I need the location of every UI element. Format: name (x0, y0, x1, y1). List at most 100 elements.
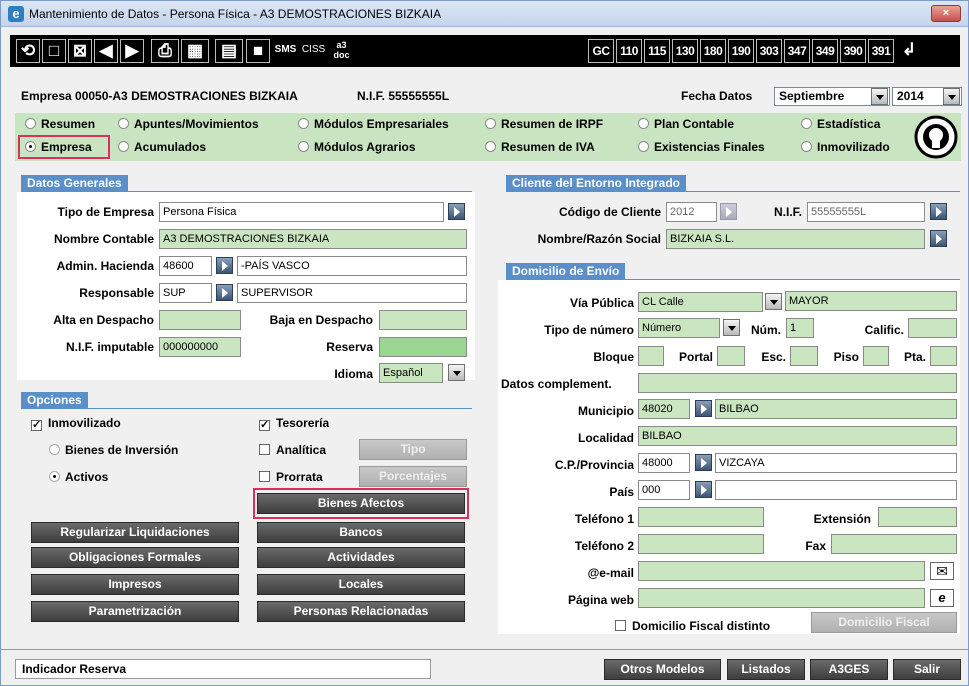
radio-modulos-agrarios[interactable]: Módulos Agrarios (298, 140, 416, 154)
printer-preview-icon[interactable]: ▦ (181, 39, 209, 63)
refresh-icon[interactable]: ⟲ (16, 39, 40, 63)
actividades-button[interactable]: Actividades (257, 547, 465, 568)
tipo-empresa-field[interactable]: Persona Física (159, 202, 444, 222)
personas-relacionadas-button[interactable]: Personas Relacionadas (257, 601, 465, 622)
telefono2-field[interactable] (638, 534, 764, 554)
via-nombre-field[interactable]: MAYOR (785, 291, 957, 311)
domicilio-fiscal-checkbox[interactable]: Domicilio Fiscal distinto (615, 619, 770, 633)
radio-modulos-empresariales[interactable]: Módulos Empresariales (298, 117, 449, 131)
portal-field[interactable] (717, 346, 745, 366)
piso-field[interactable] (863, 346, 889, 366)
prorrata-checkbox[interactable]: Prorrata (259, 470, 323, 484)
save-icon[interactable]: ■ (246, 39, 270, 63)
nombre-razon-field[interactable]: BIZKAIA S.L. (666, 229, 925, 249)
chevron-down-icon[interactable] (723, 319, 740, 336)
new-icon[interactable]: □ (42, 39, 66, 63)
locales-button[interactable]: Locales (257, 574, 465, 595)
nif-imputable-field[interactable]: 000000000 (159, 337, 241, 357)
ciss-button[interactable]: CISS (300, 39, 327, 63)
tipo-empresa-lookup-icon[interactable] (448, 203, 465, 220)
extension-field[interactable] (878, 507, 957, 527)
radio-apuntes[interactable]: Apuntes/Movimientos (118, 117, 259, 131)
model-390-button[interactable]: 390 (840, 39, 866, 63)
responsable-code[interactable]: SUP (159, 283, 212, 303)
municipio-lookup-icon[interactable] (695, 400, 712, 417)
regularizar-liquidaciones-button[interactable]: Regularizar Liquidaciones (31, 522, 239, 543)
porcentajes-button[interactable]: Porcentajes (359, 466, 467, 487)
listados-button[interactable]: Listados (727, 659, 805, 680)
radio-inmovilizado[interactable]: Inmovilizado (801, 140, 890, 154)
telefono1-field[interactable] (638, 507, 764, 527)
model-gc-button[interactable]: GC (588, 39, 614, 63)
nombre-razon-lookup-icon[interactable] (930, 230, 947, 247)
tesoreria-checkbox[interactable]: ✓ Tesorería (259, 416, 329, 431)
baja-despacho-field[interactable] (379, 310, 467, 330)
model-303-button[interactable]: 303 (756, 39, 782, 63)
otros-modelos-button[interactable]: Otros Modelos (604, 659, 721, 680)
pta-field[interactable] (930, 346, 957, 366)
model-130-button[interactable]: 130 (672, 39, 698, 63)
bloque-field[interactable] (638, 346, 664, 366)
next-icon[interactable]: ▶ (120, 39, 144, 63)
idioma-select[interactable]: Español (379, 363, 443, 383)
print-icon[interactable]: ⎙ (151, 39, 179, 63)
fax-field[interactable] (831, 534, 957, 554)
tipo-numero-select[interactable]: Número (638, 318, 720, 338)
parametrizacion-button[interactable]: Parametrización (31, 601, 239, 622)
model-110-button[interactable]: 110 (616, 39, 642, 63)
web-globe-icon[interactable]: e (930, 589, 954, 607)
datos-complement-field[interactable] (638, 373, 957, 393)
obligaciones-formales-button[interactable]: Obligaciones Formales (31, 547, 239, 568)
close-button[interactable]: × (931, 5, 961, 22)
codigo-cliente-lookup-icon[interactable] (720, 203, 737, 220)
radio-activos[interactable]: Activos (49, 470, 108, 484)
radio-resumen[interactable]: Resumen (25, 117, 95, 131)
pagina-web-field[interactable] (638, 588, 925, 608)
model-180-button[interactable]: 180 (700, 39, 726, 63)
bancos-button[interactable]: Bancos (257, 522, 465, 543)
num-field[interactable]: 1 (786, 318, 814, 338)
radio-resumen-irpf[interactable]: Resumen de IRPF (485, 117, 603, 131)
pais-lookup-icon[interactable] (695, 481, 712, 498)
model-347-button[interactable]: 347 (784, 39, 810, 63)
radio-bienes-inversion[interactable]: Bienes de Inversión (49, 443, 178, 457)
chevron-down-icon[interactable] (448, 364, 465, 381)
reserva-field[interactable] (379, 337, 467, 357)
email-field[interactable] (638, 561, 925, 581)
calific-field[interactable] (908, 318, 957, 338)
salir-button[interactable]: Salir (893, 659, 961, 680)
radio-acumulados[interactable]: Acumulados (118, 140, 206, 154)
calculator-icon[interactable]: ▤ (215, 39, 243, 63)
cliente-nif-lookup-icon[interactable] (930, 203, 947, 220)
cp-field[interactable]: 48000 (638, 453, 690, 473)
alta-despacho-field[interactable] (159, 310, 241, 330)
tipo-button[interactable]: Tipo (359, 439, 467, 460)
radio-resumen-iva[interactable]: Resumen de IVA (485, 140, 595, 154)
municipio-code[interactable]: 48020 (638, 399, 690, 419)
responsable-lookup-icon[interactable] (216, 284, 233, 301)
admin-hacienda-lookup-icon[interactable] (216, 257, 233, 274)
model-349-button[interactable]: 349 (812, 39, 838, 63)
bienes-afectos-button[interactable]: Bienes Afectos (257, 493, 465, 514)
localidad-field[interactable]: BILBAO (638, 426, 957, 446)
cliente-nif-field[interactable]: 55555555L (807, 202, 925, 222)
impresos-button[interactable]: Impresos (31, 574, 239, 595)
a3doc-button[interactable]: a3 doc (329, 39, 354, 63)
radio-estadistica[interactable]: Estadística (801, 117, 880, 131)
domicilio-fiscal-button[interactable]: Domicilio Fiscal (811, 612, 957, 633)
pais-field[interactable]: 000 (638, 480, 690, 500)
radio-existencias-finales[interactable]: Existencias Finales (638, 140, 765, 154)
prev-icon[interactable]: ◀ (94, 39, 118, 63)
chevron-down-icon[interactable] (943, 88, 960, 105)
delete-icon[interactable]: ⊠ (68, 39, 92, 63)
chevron-down-icon[interactable] (765, 293, 782, 310)
return-icon[interactable]: ↲ (898, 39, 920, 63)
a3ges-button[interactable]: A3GES (810, 659, 888, 680)
sms-button[interactable]: SMS (272, 39, 299, 63)
esc-field[interactable] (790, 346, 818, 366)
model-391-button[interactable]: 391 (868, 39, 894, 63)
model-115-button[interactable]: 115 (644, 39, 670, 63)
analitica-checkbox[interactable]: Analítica (259, 443, 326, 457)
chevron-down-icon[interactable] (871, 88, 888, 105)
codigo-cliente-field[interactable]: 2012 (666, 202, 717, 222)
